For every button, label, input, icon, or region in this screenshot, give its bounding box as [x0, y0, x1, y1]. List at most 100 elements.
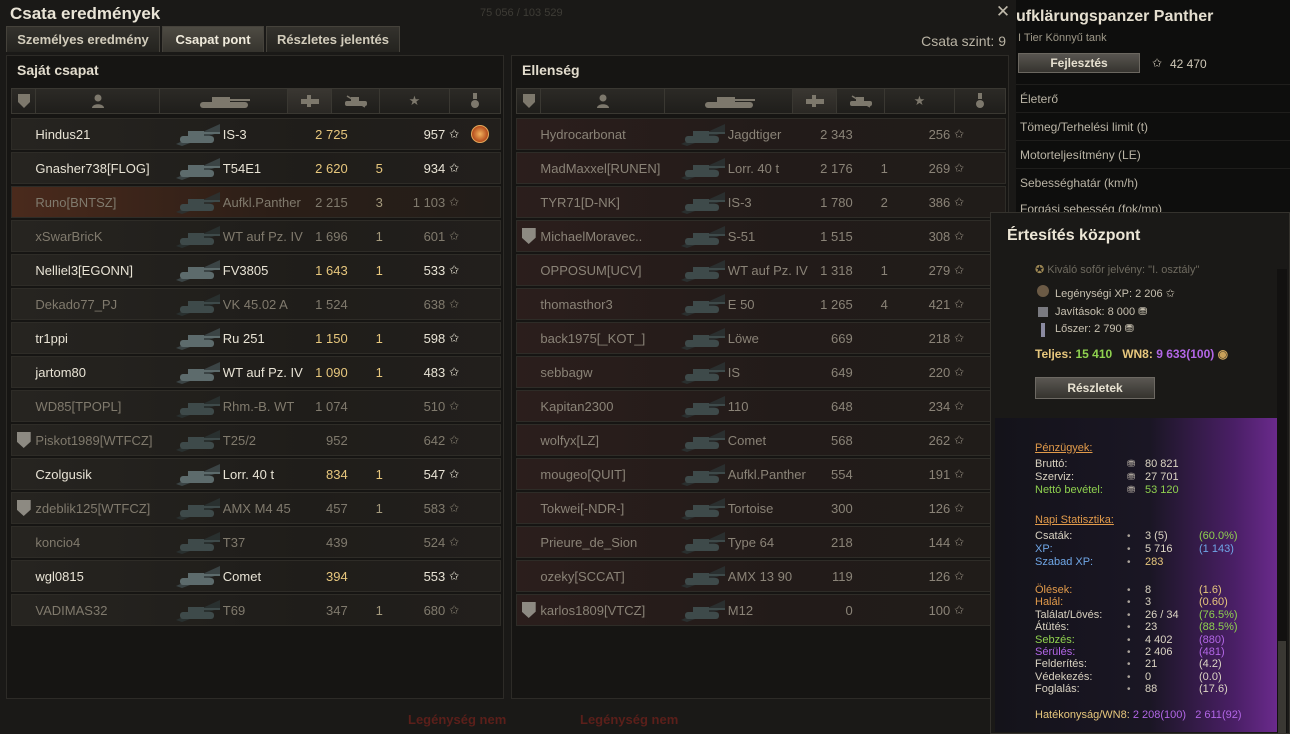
kills-column-header[interactable]: [332, 89, 380, 113]
vehicle-column-header[interactable]: [665, 89, 793, 113]
player-name[interactable]: tr1ppi: [35, 331, 172, 346]
score-column-header[interactable]: ★: [380, 89, 450, 113]
player-name[interactable]: WD85[TPOPL]: [35, 399, 172, 414]
player-name[interactable]: koncio4: [35, 535, 172, 550]
player-row[interactable]: Kapitan2300 110 648 234 ✩: [516, 390, 1006, 422]
player-name[interactable]: wolfyx[LZ]: [540, 433, 677, 448]
player-name[interactable]: VADIMAS32: [35, 603, 172, 618]
player-name[interactable]: OPPOSUM[UCV]: [540, 263, 677, 278]
player-row[interactable]: wgl0815 Comet 394 553 ✩: [11, 560, 501, 592]
player-name[interactable]: Gnasher738[FLOG]: [35, 161, 172, 176]
player-row[interactable]: thomasthor3 E 50 1 265 4 421 ✩: [516, 288, 1006, 320]
player-name[interactable]: Nelliel3[EGONN]: [35, 263, 172, 278]
player-row[interactable]: koncio4 T37 439 524 ✩: [11, 526, 501, 558]
player-row[interactable]: ozeky[SCCAT] AMX 13 90 119 126 ✩: [516, 560, 1006, 592]
player-row[interactable]: TYR71[D-NK] IS-3 1 780 2 386 ✩: [516, 186, 1006, 218]
player-row[interactable]: sebbagw IS 649 220 ✩: [516, 356, 1006, 388]
tank-name: Tortoise: [727, 500, 774, 516]
player-row[interactable]: VADIMAS32 T69 347 1 680 ✩: [11, 594, 501, 626]
player-row[interactable]: Runo[BNTSZ] Aufkl.Panther 2 215 3 1 103 ✩: [11, 186, 501, 218]
vehicle-column-header[interactable]: [160, 89, 288, 113]
player-name[interactable]: zdeblik125[WTFCZ]: [35, 501, 172, 516]
player-name[interactable]: back1975[_KOT_]: [540, 331, 677, 346]
xp-column-header[interactable]: [288, 89, 332, 113]
player-row[interactable]: OPPOSUM[UCV] WT auf Pz. IV 1 318 1 279 ✩: [516, 254, 1006, 286]
medal-icon[interactable]: [471, 125, 490, 143]
kills-column-header[interactable]: [837, 89, 885, 113]
tank-name: S-51: [727, 228, 756, 244]
player-row[interactable]: Dekado77_PJ VK 45.02 A 1 524 638 ✩: [11, 288, 501, 320]
player-name[interactable]: MichaelMoravec..: [540, 229, 677, 244]
close-icon[interactable]: ✕: [994, 3, 1012, 21]
star-icon: ✩: [954, 535, 965, 549]
score-column-header[interactable]: ★: [885, 89, 955, 113]
player-column-header[interactable]: [36, 89, 160, 113]
player-row[interactable]: Piskot1989[WTFCZ] T25/2 952 642 ✩: [11, 424, 501, 456]
star-icon: ✩: [449, 467, 460, 481]
player-name[interactable]: Piskot1989[WTFCZ]: [35, 433, 172, 448]
player-column-header[interactable]: [541, 89, 665, 113]
player-name[interactable]: thomasthor3: [540, 297, 677, 312]
player-name[interactable]: wgl0815: [35, 569, 172, 584]
tank-thumbnail: [172, 595, 223, 625]
medal-column-header[interactable]: [450, 89, 500, 113]
player-name[interactable]: karlos1809[VTCZ]: [540, 603, 677, 618]
player-name[interactable]: Hydrocarbonat: [540, 127, 677, 142]
player-row[interactable]: Hydrocarbonat Jagdtiger 2 343 256 ✩: [516, 118, 1006, 150]
tab-team-score[interactable]: Csapat pont: [162, 26, 264, 52]
scrollbar-thumb[interactable]: [1278, 641, 1286, 733]
player-name[interactable]: TYR71[D-NK]: [540, 195, 677, 210]
score-value: 144: [928, 534, 951, 550]
player-row[interactable]: jartom80 WT auf Pz. IV 1 090 1 483 ✩: [11, 356, 501, 388]
player-name[interactable]: Czolgusik: [35, 467, 172, 482]
squad-column-header[interactable]: [12, 89, 36, 113]
player-row[interactable]: tr1ppi Ru 251 1 150 1 598 ✩: [11, 322, 501, 354]
player-row[interactable]: karlos1809[VTCZ] M12 0 100 ✩: [516, 594, 1006, 626]
player-name[interactable]: MadMaxxel[RUNEN]: [540, 161, 677, 176]
score-value: 598: [423, 330, 446, 346]
player-row[interactable]: wolfyx[LZ] Comet 568 262 ✩: [516, 424, 1006, 456]
player-row[interactable]: MadMaxxel[RUNEN] Lorr. 40 t 2 176 1 269 ✩: [516, 152, 1006, 184]
player-row[interactable]: MichaelMoravec.. S-51 1 515 308 ✩: [516, 220, 1006, 252]
total-label: Teljes:: [1035, 347, 1073, 361]
player-row[interactable]: Tokwei[-NDR-] Tortoise 300 126 ✩: [516, 492, 1006, 524]
xp-column-header[interactable]: [793, 89, 837, 113]
tab-personal-results[interactable]: Személyes eredmény: [6, 26, 160, 52]
player-name[interactable]: ozeky[SCCAT]: [540, 569, 677, 584]
squad-column-header[interactable]: [517, 89, 541, 113]
stat-weight: Tömeg/Terhelési limit (t): [1020, 120, 1149, 134]
details-button[interactable]: Részletek: [1035, 377, 1155, 399]
player-row[interactable]: WD85[TPOPL] Rhm.-B. WT 1 074 510 ✩: [11, 390, 501, 422]
player-row[interactable]: Czolgusik Lorr. 40 t 834 1 547 ✩: [11, 458, 501, 490]
player-name[interactable]: mougeo[QUIT]: [540, 467, 677, 482]
player-name[interactable]: Kapitan2300: [540, 399, 677, 414]
medal-cell: [461, 125, 500, 143]
player-row[interactable]: Gnasher738[FLOG] T54E1 2 620 5 934 ✩: [11, 152, 501, 184]
person-icon: [91, 94, 104, 108]
destroyed-tank-icon: [344, 95, 367, 108]
stat-value: 21: [1145, 658, 1158, 671]
medal-column-header[interactable]: [955, 89, 1005, 113]
player-row[interactable]: Prieure_de_Sion Type 64 218 144 ✩: [516, 526, 1006, 558]
player-row[interactable]: Hindus21 IS-3 2 725 957 ✩: [11, 118, 501, 150]
kills-value: 4: [880, 296, 888, 312]
player-row[interactable]: back1975[_KOT_] Löwe 669 218 ✩: [516, 322, 1006, 354]
xp-value: 2 725: [315, 126, 348, 142]
player-name[interactable]: jartom80: [35, 365, 172, 380]
player-row[interactable]: Nelliel3[EGONN] FV3805 1 643 1 533 ✩: [11, 254, 501, 286]
tank-thumbnail: [172, 561, 223, 591]
player-row[interactable]: zdeblik125[WTFCZ] AMX M4 45 457 1 583 ✩: [11, 492, 501, 524]
tank-thumbnail: [677, 119, 728, 149]
xp-value: 2 343: [820, 126, 853, 142]
player-row[interactable]: mougeo[QUIT] Aufkl.Panther 554 191 ✩: [516, 458, 1006, 490]
player-name[interactable]: sebbagw: [540, 365, 677, 380]
upgrade-button[interactable]: Fejlesztés: [1018, 53, 1140, 73]
tab-detailed-report[interactable]: Részletes jelentés: [266, 26, 400, 52]
player-row[interactable]: xSwarBricK WT auf Pz. IV 1 696 1 601 ✩: [11, 220, 501, 252]
player-name[interactable]: Dekado77_PJ: [35, 297, 172, 312]
player-name[interactable]: Hindus21: [35, 127, 172, 142]
player-name[interactable]: Prieure_de_Sion: [540, 535, 677, 550]
player-name[interactable]: Runo[BNTSZ]: [35, 195, 172, 210]
player-name[interactable]: Tokwei[-NDR-]: [540, 501, 677, 516]
player-name[interactable]: xSwarBricK: [35, 229, 172, 244]
